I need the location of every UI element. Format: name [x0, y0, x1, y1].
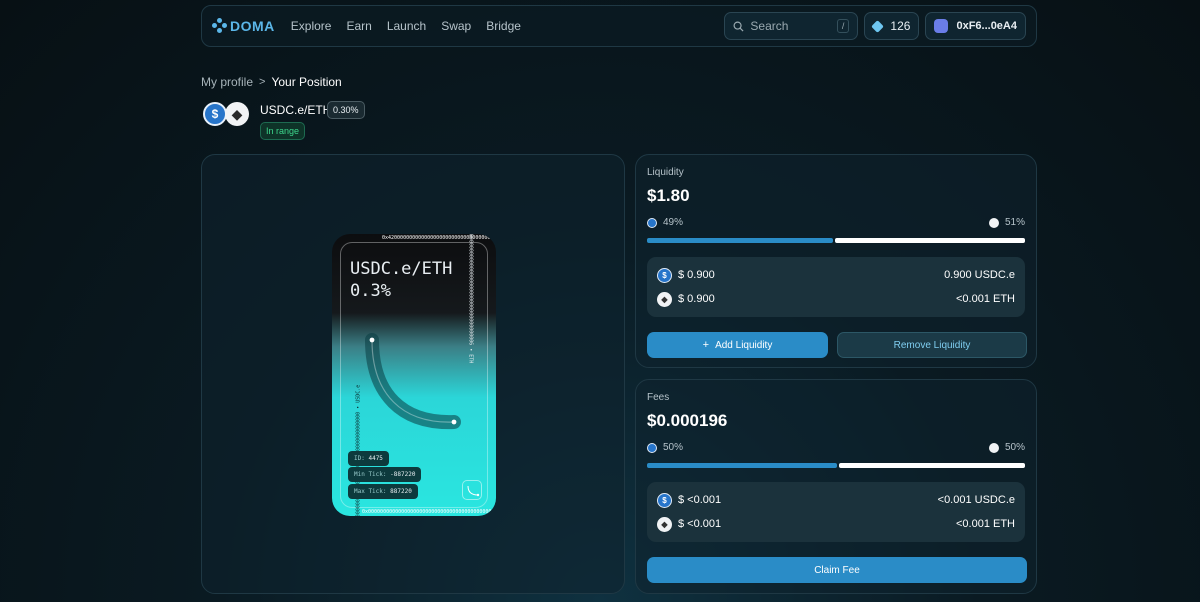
token-amount: <0.001 ETH: [955, 293, 1015, 305]
nft-title-pair: USDC.e/ETH: [350, 259, 453, 279]
fees-amount: $0.000196: [647, 411, 728, 430]
pair-name: USDC.e/ETH: [260, 103, 332, 117]
plus-icon: +: [702, 339, 710, 351]
search-placeholder: Search: [750, 19, 789, 33]
token-amount: <0.001 USDC.e: [937, 494, 1015, 506]
breadcrumb: My profile > Your Position: [201, 75, 342, 89]
gem-icon: [871, 19, 885, 33]
usdc-icon: [647, 442, 657, 453]
status-badge: In range: [260, 122, 306, 140]
nft-id-tag: ID: 4475: [348, 451, 389, 466]
doma-logo-icon: [212, 18, 228, 34]
fees-eth-share: 50%: [988, 442, 1025, 453]
eth-icon: ◆: [657, 291, 672, 307]
nav-link-bridge[interactable]: Bridge: [486, 19, 521, 33]
logo-text: DOMA: [230, 18, 275, 34]
token-usd-value: $ 0.900: [678, 269, 715, 281]
usdc-icon: $: [203, 102, 227, 126]
liquidity-amount: $1.80: [647, 186, 690, 205]
eth-icon: [988, 217, 999, 228]
remove-liquidity-button[interactable]: Remove Liquidity: [837, 332, 1027, 358]
logo[interactable]: DOMA: [212, 18, 275, 34]
wallet-button[interactable]: 0xF6...0eA4: [925, 12, 1026, 40]
eth-icon: [988, 442, 999, 453]
liquidity-usdc-share: 49%: [647, 217, 683, 228]
points-count: 126: [890, 19, 911, 33]
nft-min-tick-tag: Min Tick: -887220: [348, 467, 422, 482]
add-liquidity-button[interactable]: + Add Liquidity: [647, 332, 828, 358]
nav-link-swap[interactable]: Swap: [441, 19, 471, 33]
fee-tier-badge: 0.30%: [327, 101, 365, 119]
usdc-icon: [647, 217, 657, 228]
search-input[interactable]: Search /: [724, 12, 859, 40]
breadcrumb-my-profile[interactable]: My profile: [201, 75, 253, 89]
liquidity-label: Liquidity: [647, 167, 684, 178]
top-nav: DOMA Explore Earn Launch Swap Bridge Sea…: [201, 5, 1037, 47]
nav-link-earn[interactable]: Earn: [346, 19, 371, 33]
position-nft-card: 0x42000000000000000000000000000000000000…: [332, 234, 496, 516]
nft-title: USDC.e/ETH 0.3%: [350, 258, 452, 302]
nft-edge-text-top: 0x42000000000000000000000000000000000000…: [382, 235, 496, 241]
liquidity-eth-share: 51%: [988, 217, 1025, 228]
nft-title-fee: 0.3%: [350, 281, 391, 301]
usdc-icon: $: [657, 492, 672, 508]
token-usd-value: $ <0.001: [678, 518, 722, 530]
chevron-right-icon: >: [259, 76, 266, 88]
fees-token-list: $ $ <0.001 <0.001 USDC.e ◆ $ <0.001 <0.0…: [647, 482, 1025, 542]
nft-range-mini-icon: [462, 480, 482, 500]
eth-icon: ◆: [657, 516, 672, 532]
points-badge[interactable]: 126: [864, 12, 920, 40]
token-usd-value: $ <0.001: [678, 494, 722, 506]
fees-ratio-bar-usdc: [647, 463, 837, 468]
nft-max-tick-tag: Max Tick: 887220: [348, 484, 418, 499]
claim-fee-button[interactable]: Claim Fee: [647, 557, 1027, 583]
liquidity-ratio-bar: [647, 238, 1025, 243]
list-item: ◆ $ 0.900 <0.001 ETH: [657, 289, 1015, 309]
position-nft-panel: 0x42000000000000000000000000000000000000…: [201, 154, 625, 594]
eth-icon: ◆: [225, 102, 249, 126]
liquidity-ratio-bar-eth: [835, 238, 1025, 243]
list-item: $ $ <0.001 <0.001 USDC.e: [657, 490, 1015, 510]
liquidity-panel: Liquidity $1.80 49% 51% $ $ 0.900 0.900 …: [635, 154, 1037, 368]
liquidity-ratio-bar-usdc: [647, 238, 834, 243]
fees-ratio-bar: [647, 463, 1025, 468]
usdc-icon: $: [657, 267, 672, 283]
fees-ratio-bar-eth: [839, 463, 1025, 468]
nav-link-launch[interactable]: Launch: [387, 19, 426, 33]
breadcrumb-current: Your Position: [271, 75, 342, 89]
fees-usdc-share: 50%: [647, 442, 683, 453]
nft-edge-text-bottom: 0x00000000000000000000000000000000000000…: [362, 509, 496, 515]
wallet-avatar-icon: [934, 19, 949, 33]
fees-label: Fees: [647, 392, 670, 403]
token-amount: <0.001 ETH: [955, 518, 1015, 530]
token-amount: 0.900 USDC.e: [944, 269, 1015, 281]
search-icon: [733, 21, 744, 32]
list-item: $ $ 0.900 0.900 USDC.e: [657, 265, 1015, 285]
search-shortcut-key: /: [836, 19, 850, 33]
liquidity-token-list: $ $ 0.900 0.900 USDC.e ◆ $ 0.900 <0.001 …: [647, 257, 1025, 317]
nav-link-explore[interactable]: Explore: [291, 19, 332, 33]
token-usd-value: $ 0.900: [678, 293, 715, 305]
list-item: ◆ $ <0.001 <0.001 ETH: [657, 514, 1015, 534]
fees-panel: Fees $0.000196 50% 50% $ $ <0.001 <0.001…: [635, 379, 1037, 594]
pair-icons: $ ◆: [203, 101, 251, 127]
wallet-address: 0xF6...0eA4: [956, 20, 1017, 32]
nft-curve-graphic: [365, 333, 461, 430]
